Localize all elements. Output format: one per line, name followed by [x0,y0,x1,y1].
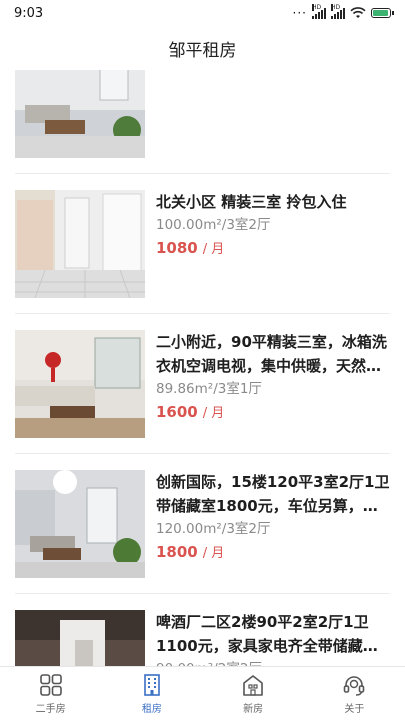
signal-hd-label: HD [312,3,322,11]
listing-title: 创新国际，15楼120平3室2厅1卫带储藏室1800元，车位另算，家… [156,473,390,515]
bottom-tab-bar: 二手房 租房 新房 关于 [0,666,405,720]
listing-price: 1800 [156,70,198,71]
building-icon [144,673,160,696]
tab-label: 二手房 [35,703,66,715]
app-header: 邹平租房 [0,26,405,70]
listing-title: 北关小区 精装三室 拎包入住 [156,193,347,211]
list-item[interactable]: 啤酒厂二区2楼90平2室2厅1卫1100元，家具家电齐全带储藏室… 90.00m… [15,594,390,666]
listing-photo [15,610,145,666]
listing-price: 1600 [156,403,198,421]
tab-label: 租房 [141,703,162,715]
listing-meta: 90.00m²/2室2厅 [156,658,390,666]
listing-photo [15,190,145,298]
more-dots: ··· [292,6,307,20]
signal-icon: HD [312,3,326,19]
listing-info: 北关小区 精装三室 拎包入住 100.00m²/3室2厅 1080 / 月 [156,190,390,262]
listing-title: 啤酒厂二区2楼90平2室2厅1卫1100元，家具家电齐全带储藏室… [156,613,369,655]
list-item[interactable]: 北关小区 精装三室 拎包入住 100.00m²/3室2厅 1080 / 月 [15,174,390,314]
listing-photo [15,470,145,578]
battery-icon [371,8,394,18]
price-unit: / 月 [202,406,225,421]
price-unit: / 月 [202,546,225,561]
tab-label: 新房 [243,703,264,715]
price-unit: / 月 [202,242,225,257]
signal2-hd-label: HD [331,3,341,11]
status-icons: ··· HD HD [292,3,394,20]
tab-second-hand[interactable]: 二手房 [0,667,101,720]
listing-list[interactable]: 1800 / 月 北关小区 精装三室 拎包入住 100.00m²/3室2厅 108… [0,70,405,666]
listing-info: 1800 / 月 [156,70,390,76]
tab-new-house[interactable]: 新房 [203,667,304,720]
wifi-icon [350,7,366,18]
page-title: 邹平租房 [168,40,237,61]
status-bar: 9:03 ··· HD HD [0,0,405,26]
listing-price: 1800 [156,543,198,561]
listing-meta: 100.00m²/3室2厅 [156,217,271,233]
price-row: 1600 / 月 [156,400,390,426]
signal-icon-2: HD [331,3,345,19]
listing-meta: 89.86m²/3室1厅 [156,381,262,397]
status-time: 9:03 [14,5,44,21]
listing-info: 啤酒厂二区2楼90平2室2厅1卫1100元，家具家电齐全带储藏室… 90.00m… [156,610,390,666]
tab-about[interactable]: 关于 [304,667,405,720]
listing-price: 1080 [156,239,198,257]
list-item[interactable]: 二小附近，90平精装三室，冰箱洗衣机空调电视，集中供暖，天然… 89.86m²/… [15,314,390,454]
price-row: 1800 / 月 [156,70,390,76]
headset-icon [344,675,365,696]
list-item[interactable]: 1800 / 月 [15,70,390,174]
listing-info: 二小附近，90平精装三室，冰箱洗衣机空调电视，集中供暖，天然… 89.86m²/… [156,330,390,426]
tab-label: 关于 [344,703,365,715]
house-icon [243,674,263,696]
grid-icon [39,673,62,696]
listing-title: 二小附近，90平精装三室，冰箱洗衣机空调电视，集中供暖，天然… [156,333,387,375]
listing-photo [15,330,145,438]
price-row: 1800 / 月 [156,540,390,566]
list-item[interactable]: 创新国际，15楼120平3室2厅1卫带储藏室1800元，车位另算，家… 120.… [15,454,390,594]
price-row: 1080 / 月 [156,236,390,262]
listing-photo [15,70,145,158]
tab-rent[interactable]: 租房 [101,667,202,720]
listing-meta: 120.00m²/3室2厅 [156,521,271,537]
listing-info: 创新国际，15楼120平3室2厅1卫带储藏室1800元，车位另算，家… 120.… [156,470,390,566]
price-unit: / 月 [203,70,225,71]
